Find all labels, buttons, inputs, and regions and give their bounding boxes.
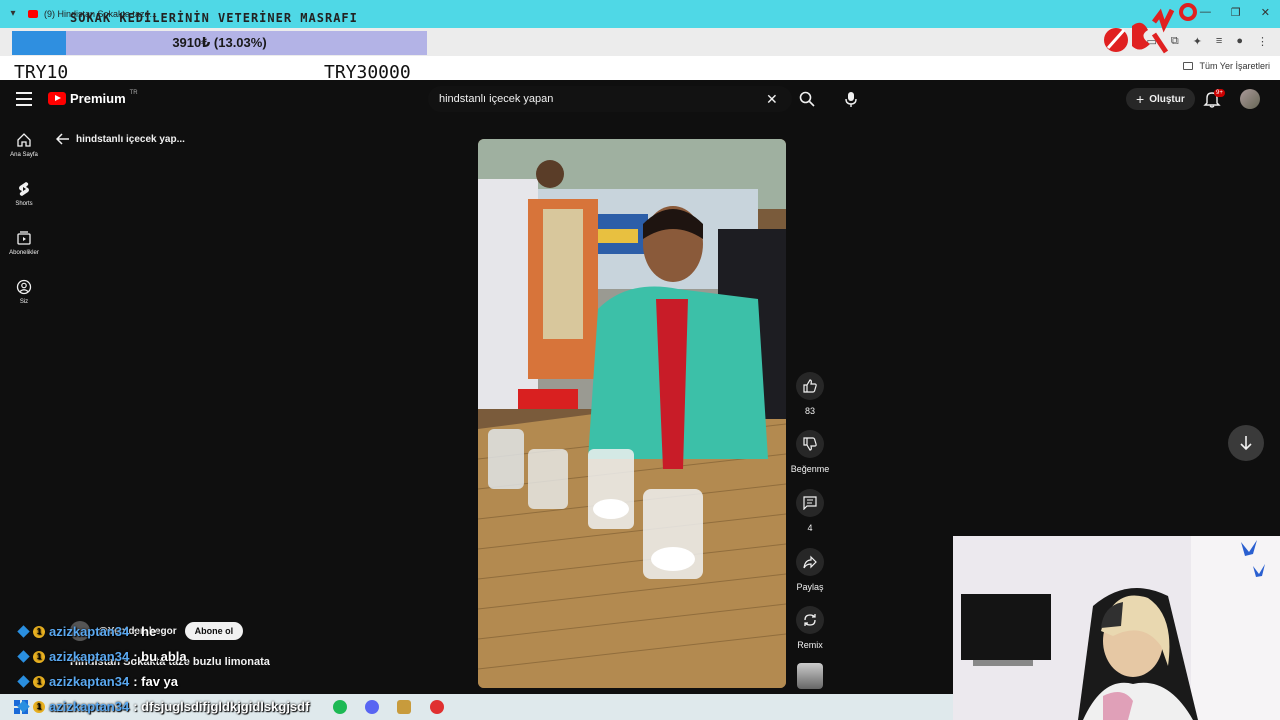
profile-icon[interactable]: ● [1236,35,1243,48]
chat-sub-badge-icon: 1 [33,675,45,688]
search-icon [799,91,815,107]
dislike-action[interactable]: Beğenme [790,430,830,474]
search-button[interactable] [794,86,820,112]
tab-list-chevron-icon[interactable]: ▾ [6,7,20,21]
chat-username: azizkaptan34 [49,699,130,714]
chat-message: 1 azizkaptan34 : fav ya [17,674,179,689]
chat-username: azizkaptan34 [49,674,130,689]
spotify-icon[interactable] [333,700,347,714]
like-button[interactable] [796,372,824,400]
all-bookmarks[interactable]: Tüm Yer İşaretleri [1183,61,1270,71]
donation-progress-text: 3910₺ (13.03%) [172,35,267,50]
comment-icon [803,496,817,510]
dislike-label: Beğenme [790,464,830,474]
comments-button[interactable] [796,489,824,517]
chat-sub-badge-icon: 1 [33,650,45,663]
remix-label: Remix [797,640,823,650]
chat-username: azizkaptan34 [49,649,130,664]
youtube-favicon-icon [28,10,38,18]
chat-badge-icon [17,675,30,688]
shorts-icon [19,182,29,196]
sound-thumbnail[interactable] [797,663,823,689]
donation-progress-bar: 3910₺ (13.03%) [12,31,427,55]
chat-sub-badge-icon: 1 [33,625,45,638]
back-arrow-icon [56,133,69,145]
subscriptions-icon [17,231,31,245]
comment-count: 4 [807,523,813,533]
share-arrow-icon [803,555,817,569]
share-action[interactable]: Paylaş [790,548,830,592]
chat-badge-icon [17,700,30,713]
record-app-icon[interactable] [430,700,444,714]
create-label: Oluştur [1149,93,1185,105]
microphone-icon [845,92,857,107]
shorts-video-player[interactable] [478,139,786,688]
all-bookmarks-label: Tüm Yer İşaretleri [1199,61,1270,71]
like-action[interactable]: 83 [790,372,830,416]
next-video-button[interactable] [1228,425,1264,461]
sidebar-item-home[interactable]: Ana Sayfa [0,132,48,158]
youtube-premium-logo[interactable]: Premium TR [48,89,138,106]
share-button[interactable] [796,548,824,576]
plus-icon: + [1136,91,1145,107]
video-frame [478,139,786,688]
chat-sub-badge-icon: 1 [33,700,45,713]
sidebar-item-label: Shorts [15,201,33,207]
account-avatar[interactable] [1240,89,1260,109]
clear-search-icon[interactable]: ✕ [766,91,778,108]
chat-username: azizkaptan34 [49,624,130,639]
home-icon [17,133,31,147]
chat-text: : fav ya [133,674,179,689]
remix-action[interactable]: Remix [790,606,830,650]
chat-message: 1 azizkaptan34 : he [17,624,157,639]
like-count: 83 [804,406,815,416]
browser-menu-icon[interactable]: ⋮ [1257,35,1268,48]
game-launcher-icon[interactable] [397,700,411,714]
search-input[interactable]: hindstanlı içecek yapan [439,93,553,105]
chat-text: : bu abla [133,649,187,664]
webcam-frame [953,536,1280,720]
subscribe-button[interactable]: Abone ol [184,622,244,640]
streamer-webcam [953,536,1280,720]
chat-badge-icon [17,650,30,663]
discord-icon[interactable] [365,700,379,714]
sidebar-item-label: Ana Sayfa [10,152,38,158]
arrow-down-icon [1240,436,1252,451]
back-label: hindstanlı içecek yap... [76,133,185,145]
chat-message: 1 azizkaptan34 : bu abla [17,649,187,664]
chat-message: 1 azizkaptan34 : dfsjuglsdifjgldkjgidlsk… [17,699,310,714]
chat-text: : he [133,624,157,639]
restore-icon[interactable]: ❐ [1231,6,1241,19]
hamburger-menu-icon[interactable] [16,92,32,106]
voice-search-button[interactable] [838,86,864,112]
notification-count-badge: 9+ [1214,89,1225,97]
comments-action[interactable]: 4 [790,489,830,533]
thumbs-down-icon [803,437,817,451]
folder-icon [1183,62,1194,70]
sidebar-item-label: Siz [19,299,29,305]
sidebar-item-shorts[interactable]: Shorts [0,181,48,207]
thumbs-up-icon [803,379,817,393]
chat-text: : dfsjuglsdifjgldkjgidlskgjsdf [133,699,310,714]
sidebar-item-subscriptions[interactable]: Abonelikler [0,230,48,256]
create-button[interactable]: + Oluştur [1126,88,1195,110]
remix-button[interactable] [796,606,824,634]
screen: ▾ (9) Hindistan Sokakta taze... — ❐ ✕ ▭ … [0,0,1280,720]
dislike-button[interactable] [796,430,824,458]
donation-goal-title: SOKAK KEDİLERİNİN VETERİNER MASRAFI [70,11,358,25]
sidebar-item-you[interactable]: Siz [0,279,48,305]
close-window-icon[interactable]: ✕ [1261,6,1270,19]
logo-region: TR [129,89,138,96]
logo-wordmark: Premium [70,91,126,106]
youtube-play-icon [48,92,66,105]
share-label: Paylaş [796,582,824,592]
streamer-logo-sticker [1104,3,1197,54]
remix-icon [804,614,816,626]
sidebar-item-label: Abonelikler [9,250,39,256]
chat-badge-icon [17,625,30,638]
back-to-search[interactable]: hindstanlı içecek yap... [56,133,185,145]
you-icon [16,279,32,295]
